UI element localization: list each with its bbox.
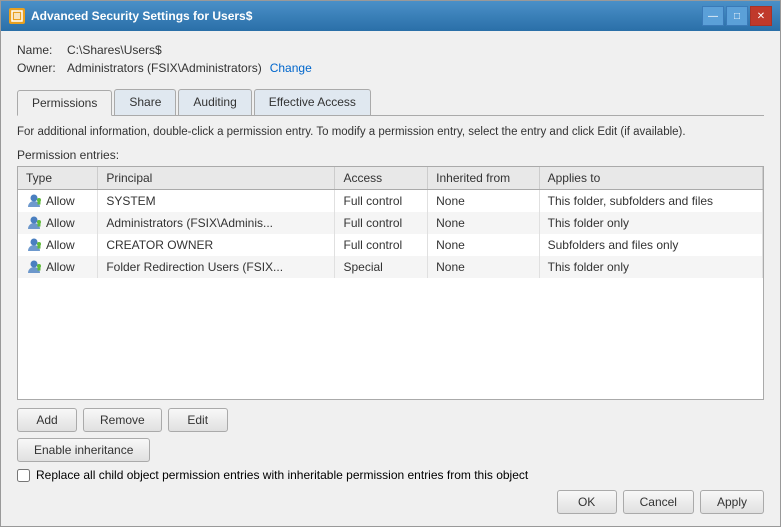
col-type: Type — [18, 167, 98, 190]
name-value: C:\Shares\Users$ — [67, 43, 162, 57]
table-row[interactable]: Allow Folder Redirection Users (FSIX...S… — [18, 256, 763, 278]
user-icon — [26, 237, 42, 253]
cell-type: Allow — [18, 212, 98, 234]
name-row: Name: C:\Shares\Users$ — [17, 43, 764, 57]
owner-label: Owner: — [17, 61, 67, 75]
col-principal: Principal — [98, 167, 335, 190]
tab-permissions[interactable]: Permissions — [17, 90, 112, 116]
table-header-row: Type Principal Access Inherited from App… — [18, 167, 763, 190]
cell-inherited: None — [428, 234, 539, 256]
owner-value: Administrators (FSIX\Administrators) — [67, 61, 262, 75]
change-link[interactable]: Change — [270, 61, 312, 75]
bottom-area: Add Remove Edit Enable inheritance Repla… — [17, 408, 764, 482]
table-row[interactable]: Allow CREATOR OWNERFull controlNoneSubfo… — [18, 234, 763, 256]
inheritance-row: Enable inheritance — [17, 438, 764, 462]
remove-button[interactable]: Remove — [83, 408, 162, 432]
footer-buttons: OK Cancel Apply — [17, 490, 764, 514]
cell-access: Full control — [335, 212, 428, 234]
type-text: Allow — [46, 216, 75, 230]
tab-auditing[interactable]: Auditing — [178, 89, 251, 115]
cell-access: Full control — [335, 190, 428, 213]
cell-applies: This folder only — [539, 256, 762, 278]
tab-share[interactable]: Share — [114, 89, 176, 115]
cell-type: Allow — [18, 256, 98, 278]
tab-list: Permissions Share Auditing Effective Acc… — [17, 89, 764, 116]
tab-content-permissions: For additional information, double-click… — [17, 116, 764, 482]
title-bar-left: Advanced Security Settings for Users$ — [9, 8, 252, 24]
replace-checkbox-row: Replace all child object permission entr… — [17, 468, 764, 482]
edit-buttons-row: Add Remove Edit — [17, 408, 764, 432]
add-button[interactable]: Add — [17, 408, 77, 432]
cell-applies: This folder only — [539, 212, 762, 234]
apply-button[interactable]: Apply — [700, 490, 764, 514]
user-icon — [26, 259, 42, 275]
cell-inherited: None — [428, 212, 539, 234]
name-label: Name: — [17, 43, 67, 57]
cell-applies: Subfolders and files only — [539, 234, 762, 256]
type-text: Allow — [46, 238, 75, 252]
owner-row: Owner: Administrators (FSIX\Administrato… — [17, 61, 764, 75]
cell-type: Allow — [18, 234, 98, 256]
table-row[interactable]: Allow SYSTEMFull controlNoneThis folder,… — [18, 190, 763, 213]
cell-applies: This folder, subfolders and files — [539, 190, 762, 213]
user-icon — [26, 193, 42, 209]
table-row[interactable]: Allow Administrators (FSIX\Adminis...Ful… — [18, 212, 763, 234]
ok-button[interactable]: OK — [557, 490, 617, 514]
cell-principal: SYSTEM — [98, 190, 335, 213]
cell-access: Full control — [335, 234, 428, 256]
cell-principal: Administrators (FSIX\Adminis... — [98, 212, 335, 234]
permissions-description: For additional information, double-click… — [17, 124, 764, 140]
tab-effective-access[interactable]: Effective Access — [254, 89, 371, 115]
cell-principal: CREATOR OWNER — [98, 234, 335, 256]
col-inherited: Inherited from — [428, 167, 539, 190]
entries-label: Permission entries: — [17, 148, 764, 162]
window-title: Advanced Security Settings for Users$ — [31, 9, 252, 23]
window-icon — [9, 8, 25, 24]
tabs-container: Permissions Share Auditing Effective Acc… — [17, 89, 764, 482]
replace-label: Replace all child object permission entr… — [36, 468, 528, 482]
col-applies: Applies to — [539, 167, 762, 190]
col-access: Access — [335, 167, 428, 190]
permissions-table: Type Principal Access Inherited from App… — [18, 167, 763, 278]
replace-checkbox[interactable] — [17, 469, 30, 482]
type-text: Allow — [46, 260, 75, 274]
cell-type: Allow — [18, 190, 98, 213]
cell-access: Special — [335, 256, 428, 278]
enable-inheritance-button[interactable]: Enable inheritance — [17, 438, 150, 462]
permissions-table-container[interactable]: Type Principal Access Inherited from App… — [17, 166, 764, 400]
cell-inherited: None — [428, 190, 539, 213]
minimize-button[interactable]: — — [702, 6, 724, 26]
user-icon — [26, 215, 42, 231]
title-bar: Advanced Security Settings for Users$ — … — [1, 1, 780, 31]
cancel-button[interactable]: Cancel — [623, 490, 694, 514]
main-window: Advanced Security Settings for Users$ — … — [0, 0, 781, 527]
maximize-button[interactable]: □ — [726, 6, 748, 26]
cell-principal: Folder Redirection Users (FSIX... — [98, 256, 335, 278]
close-button[interactable]: ✕ — [750, 6, 772, 26]
content-area: Name: C:\Shares\Users$ Owner: Administra… — [1, 31, 780, 526]
title-controls: — □ ✕ — [702, 6, 772, 26]
cell-inherited: None — [428, 256, 539, 278]
type-text: Allow — [46, 194, 75, 208]
edit-button[interactable]: Edit — [168, 408, 228, 432]
